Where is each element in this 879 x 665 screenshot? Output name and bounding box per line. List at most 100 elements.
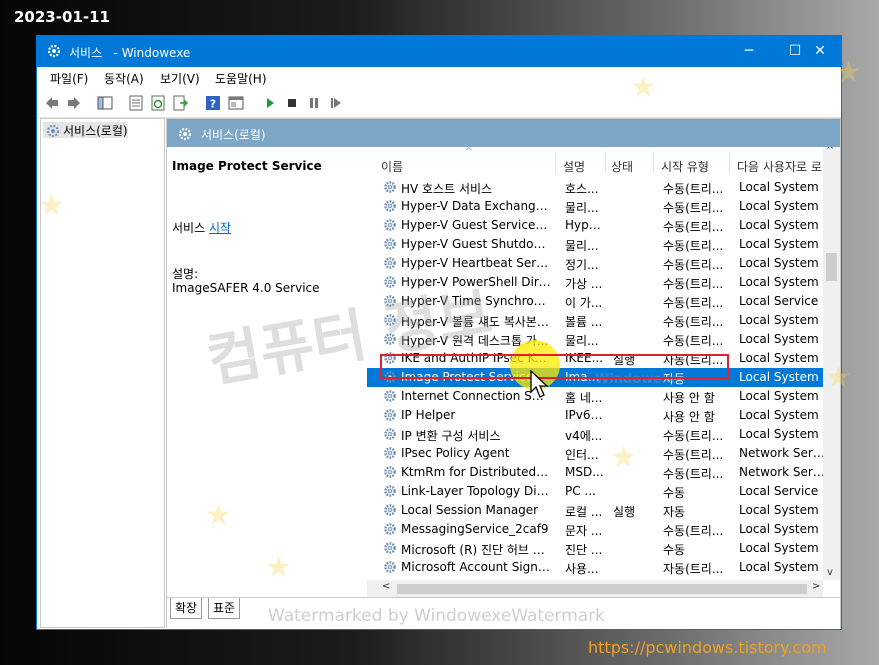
service-gear-icon: [384, 542, 396, 554]
column-divider[interactable]: [653, 151, 654, 173]
service-name-cell: Hyper-V Guest Service Inte...: [401, 218, 551, 232]
column-header-status[interactable]: 상태: [611, 158, 633, 175]
services-gear-icon: [47, 44, 61, 58]
table-row[interactable]: Hyper-V Guest Service Inte... Hype... 수동(트…: [367, 216, 823, 235]
service-description-cell: 진단 ...: [565, 543, 603, 557]
table-row[interactable]: Microsoft (R) 진단 허브 표... 진단 ... 수동 Local Sy…: [367, 539, 823, 558]
service-gear-icon: [384, 257, 396, 269]
description-value: ImageSAFER 4.0 Service: [172, 281, 320, 295]
menu-file[interactable]: 파일(F): [50, 70, 88, 87]
service-startup-cell: 수동(트리...: [663, 182, 724, 196]
console-icon[interactable]: [228, 95, 244, 111]
service-gear-icon: [384, 181, 396, 193]
service-description-cell: IPv6 ...: [565, 408, 605, 422]
table-row[interactable]: Hyper-V Heartbeat Service 정기... 수동(트리... Lo…: [367, 254, 823, 273]
service-name-cell: Link-Layer Topology Disco...: [401, 484, 551, 498]
service-name-cell: IP 변환 구성 서비스: [401, 429, 501, 443]
service-gear-icon: [384, 523, 396, 535]
service-name-cell: HV 호스트 서비스: [401, 182, 493, 196]
scroll-left-icon[interactable]: <: [382, 581, 390, 592]
scroll-right-icon[interactable]: >: [812, 581, 820, 592]
service-startup-cell: 수동(트리...: [663, 315, 724, 329]
watermark-star: ★: [205, 498, 232, 533]
table-row[interactable]: IPsec Policy Agent 인터... 수동(트리... Network S…: [367, 444, 825, 463]
horizontal-scrollbar[interactable]: < >: [367, 580, 823, 597]
column-divider[interactable]: [605, 151, 606, 173]
table-row[interactable]: IP Helper IPv6 ... 사용 안 함 Local System: [367, 406, 823, 425]
content-header: 서비스(로컬): [167, 119, 840, 147]
watermark-star: ★: [265, 550, 292, 585]
table-row[interactable]: Hyper-V Data Exchange Se... 물리... 수동(트리...…: [367, 197, 823, 216]
service-logon-cell: Local System: [739, 427, 819, 441]
watermark-star: ★: [630, 70, 657, 105]
services-gear-icon: [178, 127, 192, 141]
watermark-star: ★: [38, 188, 65, 223]
service-name-cell: Internet Connection Sha...: [401, 389, 551, 403]
menu-action[interactable]: 동작(A): [104, 70, 144, 87]
service-logon-cell: Local System: [739, 256, 819, 270]
table-row[interactable]: HV 호스트 서비스 호스... 수동(트리... Local System: [367, 178, 823, 197]
tab-standard[interactable]: 표준: [208, 598, 241, 619]
service-description-cell: 정기...: [565, 258, 599, 272]
restart-icon[interactable]: [328, 95, 344, 111]
pause-icon[interactable]: [306, 95, 322, 111]
column-header-startup-type[interactable]: 시작 유형: [661, 158, 709, 175]
date-stamp: 2023-01-11: [14, 8, 110, 26]
menu-help[interactable]: 도움말(H): [215, 70, 267, 87]
table-row[interactable]: Local Session Manager 로컬 ... 실행 자동 Local Sys…: [367, 501, 823, 520]
vertical-scroll-thumb[interactable]: [826, 253, 837, 281]
horizontal-scroll-thumb[interactable]: [397, 584, 807, 594]
column-header-name[interactable]: 이름: [381, 158, 403, 175]
tree-item-services-local[interactable]: 서비스(로컬): [43, 122, 128, 138]
stop-icon[interactable]: [284, 95, 300, 111]
service-name-cell: MessagingService_2caf9: [401, 522, 549, 536]
service-gear-icon: [384, 447, 396, 459]
properties-icon[interactable]: [128, 95, 144, 111]
export-icon[interactable]: [172, 95, 188, 111]
service-gear-icon: [384, 390, 396, 402]
highlight-box: [380, 354, 729, 379]
service-name-cell: Hyper-V Guest Shutdown ...: [401, 237, 551, 251]
refresh-icon[interactable]: [150, 95, 166, 111]
table-row[interactable]: KtmRm for Distributed Tra... MSD... 수동(트리.…: [367, 463, 825, 482]
tab-extended[interactable]: 확장: [170, 598, 203, 619]
minimize-button[interactable]: ─: [726, 36, 772, 67]
table-row[interactable]: Microsoft Account Sign-in ... 사용... 자동(트리.…: [367, 558, 823, 577]
service-name-cell: KtmRm for Distributed Tra...: [401, 465, 551, 479]
forward-arrow-icon[interactable]: [66, 95, 82, 111]
start-service-link[interactable]: 시작: [209, 221, 231, 235]
column-divider[interactable]: [729, 151, 730, 173]
scroll-up-icon[interactable]: ^: [826, 147, 834, 156]
service-status-cell: 실행: [613, 505, 636, 519]
table-row[interactable]: Link-Layer Topology Disco... PC ... 수동 Loca…: [367, 482, 823, 501]
column-divider[interactable]: [555, 151, 556, 173]
service-description-cell: Hype...: [565, 218, 605, 232]
service-description-cell: 홈 네...: [565, 391, 603, 405]
scroll-down-icon[interactable]: v: [827, 567, 833, 578]
service-logon-cell: Local System: [739, 541, 819, 555]
service-gear-icon: [384, 428, 396, 440]
service-gear-icon: [384, 409, 396, 421]
service-startup-cell: 수동(트리...: [663, 448, 724, 462]
service-logon-cell: Local System: [739, 370, 819, 384]
service-logon-cell: Local System: [739, 275, 819, 289]
table-row[interactable]: Hyper-V Guest Shutdown ... 물리... 수동(트리... L…: [367, 235, 823, 254]
title-bar[interactable]: 서비스 - Windowexe ─ ☐ ✕: [37, 36, 841, 67]
help-icon[interactable]: ?: [205, 95, 221, 111]
watermark-star: ★: [835, 55, 862, 90]
menu-view[interactable]: 보기(V): [160, 70, 200, 87]
service-startup-cell: 수동(트리...: [663, 296, 724, 310]
column-header-logon-as[interactable]: 다음 사용자로 로: [737, 158, 822, 175]
back-arrow-icon[interactable]: [44, 95, 60, 111]
sort-ascending-icon: ^: [465, 147, 473, 157]
table-row[interactable]: Internet Connection Sha... 홈 네... 사용 안 함 Lo…: [367, 387, 823, 406]
table-row[interactable]: IP 변환 구성 서비스 v4에... 수동(트리... Local System: [367, 425, 823, 444]
service-description-cell: 호스...: [565, 182, 599, 196]
show-hide-tree-icon[interactable]: [97, 95, 113, 111]
service-logon-cell: Local Service: [739, 484, 819, 498]
column-header-description[interactable]: 설명: [563, 158, 585, 175]
table-row[interactable]: MessagingService_2caf9 문자 ... 수동(트리... Loca…: [367, 520, 823, 539]
services-gear-icon: [46, 124, 60, 138]
start-icon[interactable]: [262, 95, 278, 111]
service-startup-cell: 수동(트리...: [663, 334, 724, 348]
